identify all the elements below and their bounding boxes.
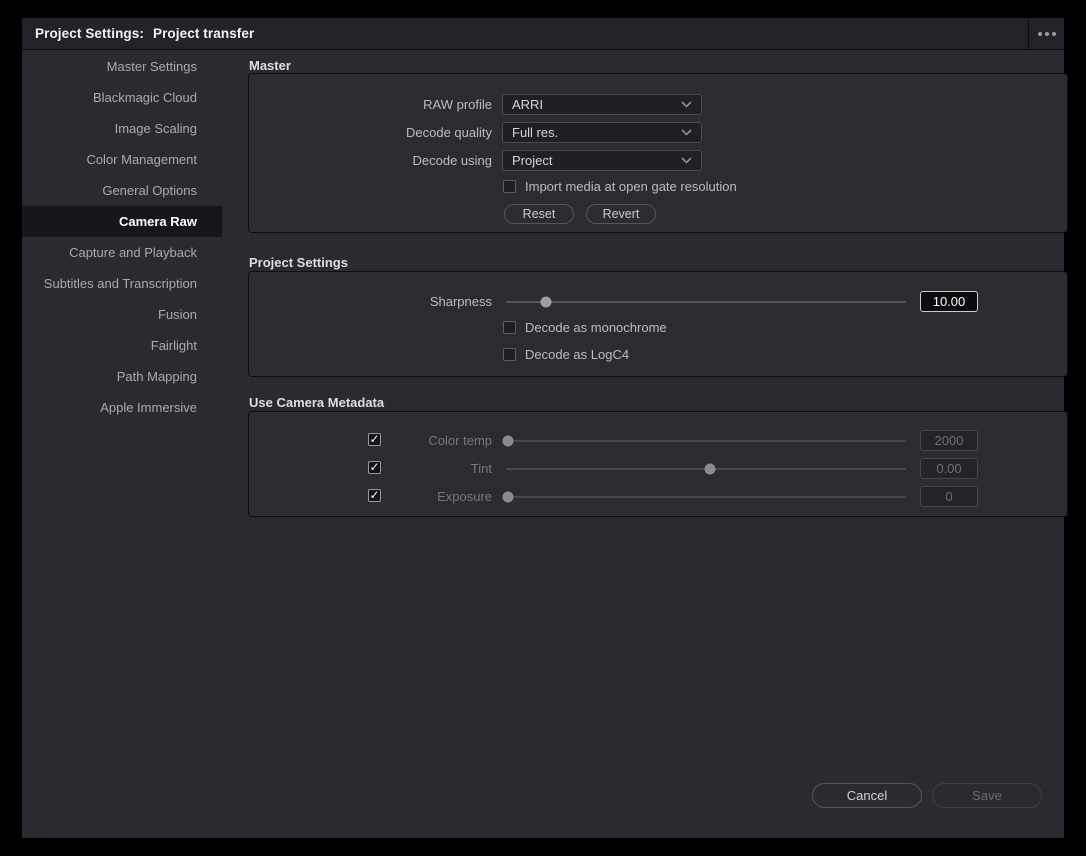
settings-sidebar: Master Settings Blackmagic Cloud Image S… [22, 51, 222, 423]
decode-monochrome-checkbox[interactable]: ✓ [503, 321, 516, 334]
master-panel: RAW profile ARRI Decode quality Full res… [248, 73, 1068, 233]
tint-slider[interactable] [506, 458, 906, 479]
sharpness-slider-track[interactable] [506, 301, 906, 303]
decode-quality-label: Decode quality [249, 122, 492, 143]
camera-metadata-section-heading: Use Camera Metadata [249, 395, 384, 410]
color-temp-label: Color temp [249, 430, 492, 451]
exposure-label: Exposure [249, 486, 492, 507]
decode-using-value: Project [503, 153, 681, 168]
titlebar-menu-button[interactable] [1028, 18, 1064, 49]
cancel-button[interactable]: Cancel [812, 783, 922, 808]
dialog-title: Project Settings: Project transfer [22, 26, 254, 41]
sidebar-item-fairlight[interactable]: Fairlight [22, 330, 222, 361]
sharpness-value-field[interactable]: 10.00 [920, 291, 978, 312]
settings-content: Master RAW profile ARRI Decode quality F… [222, 50, 1064, 838]
sidebar-item-fusion[interactable]: Fusion [22, 299, 222, 330]
decode-using-dropdown[interactable]: Project [502, 150, 702, 171]
decode-using-label: Decode using [249, 150, 492, 171]
color-temp-slider-track[interactable] [506, 440, 906, 442]
tint-value-field[interactable]: 0.00 [920, 458, 978, 479]
chevron-down-icon [681, 157, 692, 164]
sharpness-label: Sharpness [249, 291, 492, 312]
project-name: Project transfer [153, 26, 254, 41]
reset-button[interactable]: Reset [504, 204, 574, 224]
master-section-heading: Master [249, 58, 291, 73]
sharpness-slider-thumb[interactable] [541, 297, 552, 308]
exposure-slider[interactable] [506, 486, 906, 507]
open-gate-checkbox-label: Import media at open gate resolution [525, 179, 737, 194]
sidebar-item-apple-immersive[interactable]: Apple Immersive [22, 392, 222, 423]
decode-monochrome-label: Decode as monochrome [525, 320, 667, 335]
sharpness-slider[interactable] [506, 291, 906, 312]
revert-button[interactable]: Revert [586, 204, 656, 224]
color-temp-value-field[interactable]: 2000 [920, 430, 978, 451]
tint-slider-thumb[interactable] [705, 464, 716, 475]
color-temp-slider[interactable] [506, 430, 906, 451]
sidebar-item-general-options[interactable]: General Options [22, 175, 222, 206]
color-temp-slider-thumb[interactable] [503, 436, 514, 447]
sidebar-item-color-management[interactable]: Color Management [22, 144, 222, 175]
sidebar-item-capture-and-playback[interactable]: Capture and Playback [22, 237, 222, 268]
decode-quality-dropdown[interactable]: Full res. [502, 122, 702, 143]
sidebar-item-path-mapping[interactable]: Path Mapping [22, 361, 222, 392]
decode-logc4-checkbox[interactable]: ✓ [503, 348, 516, 361]
titlebar: Project Settings: Project transfer [22, 18, 1064, 50]
dialog-title-prefix: Project Settings: [35, 26, 144, 41]
sidebar-item-subtitles-and-transcription[interactable]: Subtitles and Transcription [22, 268, 222, 299]
decode-quality-value: Full res. [503, 125, 681, 140]
raw-profile-dropdown[interactable]: ARRI [502, 94, 702, 115]
ellipsis-icon [1038, 32, 1056, 36]
sidebar-item-blackmagic-cloud[interactable]: Blackmagic Cloud [22, 82, 222, 113]
chevron-down-icon [681, 101, 692, 108]
raw-profile-value: ARRI [503, 97, 681, 112]
camera-metadata-panel: ✓ Color temp 2000 ✓ Tint 0.00 ✓ Ex [248, 411, 1068, 517]
save-button[interactable]: Save [932, 783, 1042, 808]
exposure-value-field[interactable]: 0 [920, 486, 978, 507]
chevron-down-icon [681, 129, 692, 136]
sidebar-item-camera-raw[interactable]: Camera Raw [22, 206, 222, 237]
project-settings-section-heading: Project Settings [249, 255, 348, 270]
project-settings-panel: Sharpness 10.00 ✓ Decode as monochrome ✓… [248, 271, 1068, 377]
tint-label: Tint [249, 458, 492, 479]
exposure-slider-track[interactable] [506, 496, 906, 498]
sidebar-item-master-settings[interactable]: Master Settings [22, 51, 222, 82]
sidebar-item-image-scaling[interactable]: Image Scaling [22, 113, 222, 144]
project-settings-dialog: Project Settings: Project transfer Master… [22, 18, 1064, 838]
raw-profile-label: RAW profile [249, 94, 492, 115]
exposure-slider-thumb[interactable] [503, 492, 514, 503]
open-gate-checkbox[interactable]: ✓ [503, 180, 516, 193]
decode-logc4-label: Decode as LogC4 [525, 347, 629, 362]
